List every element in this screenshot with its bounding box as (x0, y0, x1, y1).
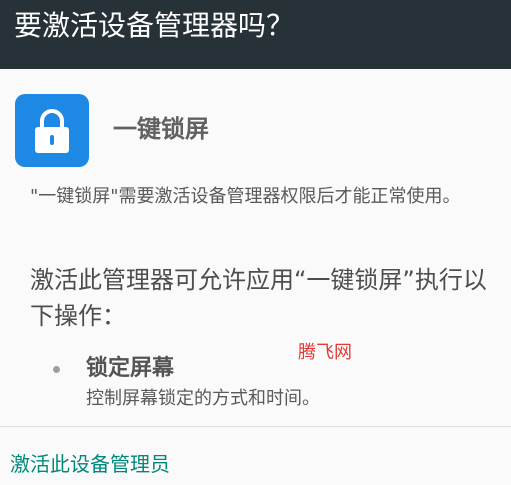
device-admin-dialog: 要激活设备管理器吗？ 一键锁屏 "一键锁屏"需要激活设备管理器权限后才能正常使用… (0, 0, 511, 485)
divider (0, 426, 511, 427)
title-bar: 要激活设备管理器吗？ (0, 0, 511, 69)
app-name: 一键锁屏 (113, 115, 209, 143)
app-info-row: 一键锁屏 (15, 94, 495, 168)
policy-description: 控制屏幕锁定的方式和时间。 (86, 388, 320, 409)
bullet-dot (53, 366, 60, 373)
dialog-title: 要激活设备管理器吗？ (14, 9, 295, 42)
lock-icon (35, 109, 69, 153)
policy-title: 锁定屏幕 (86, 356, 175, 381)
app-icon (15, 94, 89, 167)
activate-device-admin-button[interactable]: 激活此设备管理员 (0, 444, 180, 484)
app-description: "一键锁屏"需要激活设备管理器权限后才能正常使用。 (30, 186, 461, 207)
permission-intro: 激活此管理器可允许应用“一键锁屏”执行以下操作： (30, 266, 487, 330)
watermark: 腾飞网 (298, 342, 352, 363)
